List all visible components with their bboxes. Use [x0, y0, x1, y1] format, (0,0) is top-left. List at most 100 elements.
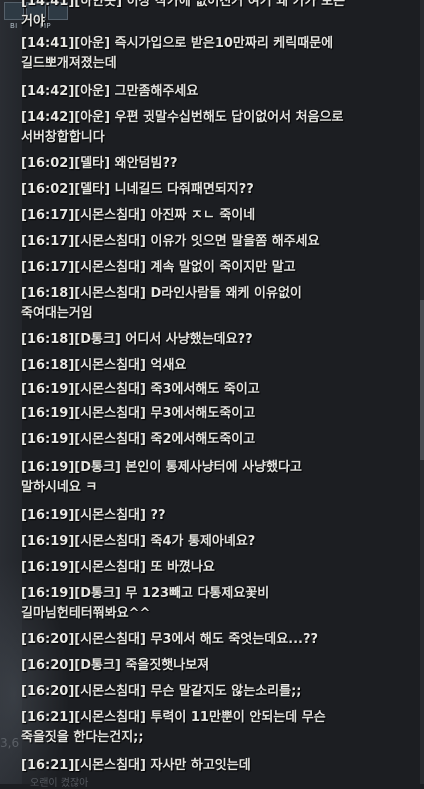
chat-timestamp: [16:17]	[21, 260, 75, 275]
chat-message: [16:18][D통크] 어디서 사냥했는데요??	[21, 330, 373, 350]
chat-message-text: 아진짜 ㅈㄴ 죽이네	[150, 208, 256, 223]
chat-sender-name[interactable]: [하얀옷]	[74, 0, 122, 9]
background-number: 3,6	[0, 736, 20, 750]
chat-message-line: [14:42][아운] 그만좀해주세요	[21, 82, 373, 102]
chat-sender-name[interactable]: [델타]	[74, 156, 110, 171]
chat-message-text: 서버창합합니다	[21, 130, 105, 145]
chat-message: [16:19][D통크] 본인이 통제사냥터에 사냥했다고 말하시네요 ㅋ	[21, 458, 373, 498]
chat-sender-name[interactable]: [D통크]	[74, 332, 121, 347]
chat-message: [14:41][하얀옷] 이상 작가에 없어진거 여기 왜 가가 보는 거야	[21, 0, 373, 32]
chat-sender-name[interactable]: [시몬스침대]	[74, 208, 146, 223]
chat-sender-name[interactable]: [시몬스침대]	[74, 758, 146, 773]
chat-sender-name[interactable]: [시몬스침대]	[74, 260, 146, 275]
chat-message-line: [16:18][시몬스침대] 억새요	[21, 356, 373, 376]
chat-message-text: 또 바꼈나요	[150, 560, 215, 575]
chat-timestamp: [16:21]	[21, 710, 75, 725]
chat-message-text: 투력이 11만뿐이 안되는데 무슨	[150, 710, 326, 725]
chat-timestamp: [16:19]	[21, 534, 75, 549]
chat-message-text: 어디서 사냥했는데요??	[125, 332, 253, 347]
chat-sender-name[interactable]: [아운]	[74, 110, 110, 125]
chat-timestamp: [16:19]	[21, 406, 75, 421]
chat-timestamp: [16:20]	[21, 632, 75, 647]
chat-message-line: 말하시네요 ㅋ	[21, 478, 373, 498]
chat-sender-name[interactable]: [D통크]	[74, 460, 121, 475]
chat-sender-name[interactable]: [시몬스침대]	[74, 234, 146, 249]
chat-message-line: 거야	[21, 12, 373, 32]
chat-message-line: [16:18][D통크] 어디서 사냥했는데요??	[21, 330, 373, 350]
chat-sender-name[interactable]: [시몬스침대]	[74, 432, 146, 447]
chat-sender-name[interactable]: [시몬스침대]	[74, 560, 146, 575]
chat-message: [16:20][D통크] 죽을짓햇나보져	[21, 656, 373, 676]
chat-timestamp: [14:41]	[21, 36, 75, 51]
chat-message: [16:20][시몬스침대] 무슨 말같지도 않는소리를;;	[21, 682, 373, 702]
chat-message: [16:20][시몬스침대] 무3에서 해도 죽엇는데요...??	[21, 630, 373, 650]
chat-timestamp: [16:19]	[21, 382, 75, 397]
chat-message: [14:41][아운] 즉시가입으로 받은10만짜리 케릭때문에길드뽀개져졌는데	[21, 34, 373, 74]
chat-message-line: 죽여대는거임	[21, 304, 373, 324]
chat-sender-name[interactable]: [시몬스침대]	[74, 382, 146, 397]
chat-sender-name[interactable]: [시몬스침대]	[74, 508, 146, 523]
chat-message-line: [14:42][아운] 우편 귓말수십번해도 답이없어서 처음으로	[21, 108, 373, 128]
chat-message: [16:21][시몬스침대] 투력이 11만뿐이 안되는데 무슨 죽을짓을 한다는…	[21, 708, 373, 748]
chat-timestamp: [16:19]	[21, 560, 75, 575]
chat-message-text: 니네길드 다줘패면되지??	[114, 182, 254, 197]
chat-message: [16:19][시몬스침대] 죽3에서해도 죽이고	[21, 380, 373, 400]
chat-message-text: 즉시가입으로 받은10만짜리 케릭때문에	[114, 36, 334, 51]
chat-message-line: 서버창합합니다	[21, 128, 373, 148]
chat-sender-name[interactable]: [D통크]	[74, 658, 121, 673]
chat-timestamp: [14:41]	[21, 0, 75, 9]
chat-message: [16:19][시몬스침대] 죽4가 통제아녜요?	[21, 532, 373, 552]
chat-message-line: [14:41][아운] 즉시가입으로 받은10만짜리 케릭때문에	[21, 34, 373, 54]
chat-message: [16:19][시몬스침대] 또 바꼈나요	[21, 558, 373, 578]
chat-timestamp: [16:02]	[21, 156, 75, 171]
chat-message-text: 억새요	[150, 358, 187, 373]
chat-sender-name[interactable]: [시몬스침대]	[74, 286, 146, 301]
chat-message-line: [16:20][시몬스침대] 무슨 말같지도 않는소리를;;	[21, 682, 373, 702]
chat-message-text: 자사만 하고잇는데	[150, 758, 251, 773]
chat-message: [16:02][델타] 왜안덤빔??	[21, 154, 373, 174]
chat-message-line: [16:19][D통크] 본인이 통제사냥터에 사냥했다고	[21, 458, 373, 478]
chat-scrollbar-thumb[interactable]	[420, 300, 424, 460]
chat-message-line: [16:02][델타] 왜안덤빔??	[21, 154, 373, 174]
chat-message-text: 죽4가 통제아녜요?	[150, 534, 256, 549]
chat-message-text: 무3에서해도죽이고	[150, 406, 256, 421]
chat-sender-name[interactable]: [시몬스침대]	[74, 710, 146, 725]
chat-message-line: [16:19][시몬스침대] 무3에서해도죽이고	[21, 404, 373, 424]
chat-sender-name[interactable]: [아운]	[74, 36, 110, 51]
chat-message: [16:17][시몬스침대] 아진짜 ㅈㄴ 죽이네	[21, 206, 373, 226]
chat-sender-name[interactable]: [델타]	[74, 182, 110, 197]
chat-message-line: [16:19][D통크] 무 123빼고 다통제요꽃비	[21, 584, 373, 604]
chat-message-text: 길드뽀개져졌는데	[21, 56, 117, 71]
chat-timestamp: [16:17]	[21, 234, 75, 249]
chat-message-line: 길드뽀개져졌는데	[21, 54, 373, 74]
chat-message-line: [16:19][시몬스침대] ??	[21, 506, 373, 526]
chat-message-line: [16:21][시몬스침대] 자사만 하고잇는데	[21, 756, 373, 776]
chat-message-text: 무3에서 해도 죽엇는데요...??	[150, 632, 319, 647]
chat-message-text: 우편 귓말수십번해도 답이없어서 처음으로	[114, 110, 344, 125]
chat-scrollbar[interactable]	[420, 0, 424, 784]
chat-sender-name[interactable]: [시몬스침대]	[74, 684, 146, 699]
chat-sender-name[interactable]: [시몬스침대]	[74, 534, 146, 549]
chat-sender-name[interactable]: [시몬스침대]	[74, 406, 146, 421]
chat-message-text: 왜안덤빔??	[114, 156, 178, 171]
chat-sender-name[interactable]: [D통크]	[74, 586, 121, 601]
chat-message: [16:19][D통크] 무 123빼고 다통제요꽃비길마님헌테터쭤봐요^^	[21, 584, 373, 624]
chat-timestamp: [16:17]	[21, 208, 75, 223]
chat-sender-name[interactable]: [아운]	[74, 84, 110, 99]
chat-timestamp: [16:18]	[21, 332, 75, 347]
chat-message: [16:19][시몬스침대] 죽2에서해도죽이고	[21, 430, 373, 450]
chat-message: [16:18][시몬스침대] 억새요	[21, 356, 373, 376]
chat-message-text: 이상 작가에 없어진거 여기 왜 가가 보는	[126, 0, 346, 9]
chat-message: [16:21][시몬스침대] 자사만 하고잇는데	[21, 756, 373, 776]
chat-sender-name[interactable]: [시몬스침대]	[74, 358, 146, 373]
chat-sender-name[interactable]: [시몬스침대]	[74, 632, 146, 647]
chat-timestamp: [16:18]	[21, 286, 75, 301]
chat-message: [16:17][시몬스침대] 계속 말없이 죽이지만 말고	[21, 258, 373, 278]
chat-message-line: [16:20][시몬스침대] 무3에서 해도 죽엇는데요...??	[21, 630, 373, 650]
chat-message-line: [14:41][하얀옷] 이상 작가에 없어진거 여기 왜 가가 보는	[21, 0, 373, 12]
chat-message-line: 길마님헌테터쭤봐요^^	[21, 604, 373, 624]
chat-message-text: 죽3에서해도 죽이고	[150, 382, 260, 397]
chat-message-text: 길마님헌테터쭤봐요^^	[21, 606, 151, 621]
chat-log[interactable]: [14:41][하얀옷] 이상 작가에 없어진거 여기 왜 가가 보는 거야 [14…	[21, 0, 421, 784]
chat-timestamp: [14:42]	[21, 110, 75, 125]
